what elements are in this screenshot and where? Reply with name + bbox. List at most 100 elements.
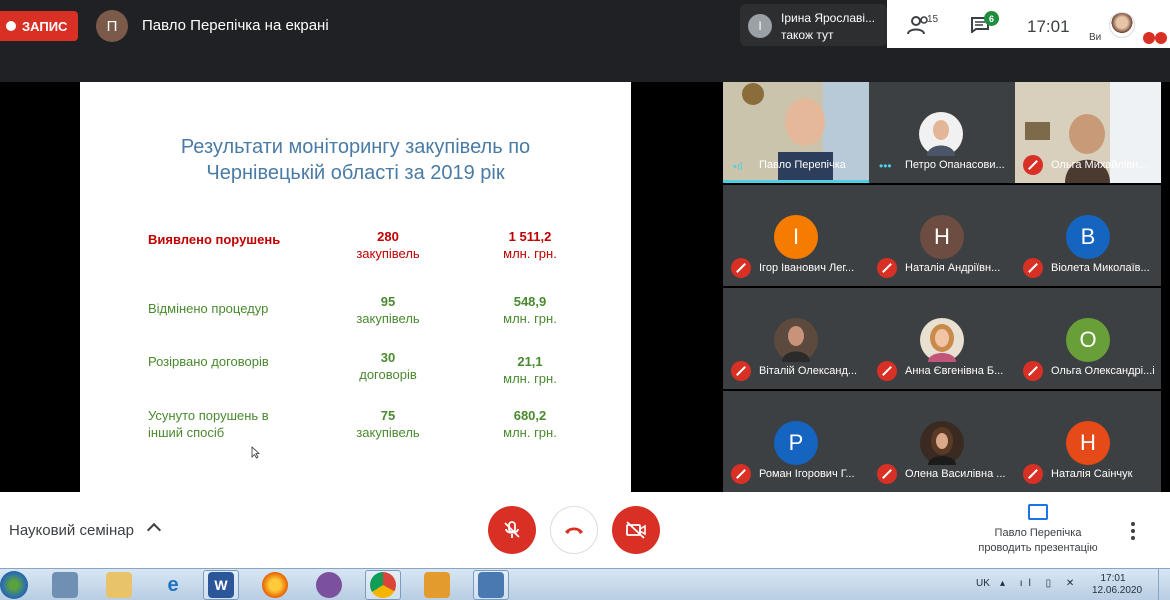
row-amount: 1 511,2 млн. грн. <box>490 228 570 262</box>
mic-off-icon <box>731 464 751 484</box>
participant-tile[interactable]: О Ольга Олександрі...і <box>1015 288 1161 389</box>
row-amount-value: 548,9 <box>513 294 547 309</box>
participant-tile[interactable]: В Віолета Миколаїв... <box>1015 185 1161 286</box>
show-desktop-button[interactable] <box>1158 569 1170 600</box>
meet-window: ЗАПИС П Павло Перепічка на екрані І Ірин… <box>0 0 1170 600</box>
participant-name: Павло Перепічка <box>759 159 846 171</box>
viber-icon[interactable] <box>316 572 342 598</box>
participant-tile[interactable]: Віталій Олександ... <box>723 288 869 389</box>
firefox-icon[interactable] <box>262 572 288 598</box>
presentation-slide: Результати моніторингу закупівель по Чер… <box>80 82 631 492</box>
participant-avatar: О <box>1066 318 1110 362</box>
row-amount-unit: млн. грн. <box>503 246 557 261</box>
mouse-cursor-icon <box>251 446 260 459</box>
also-here-avatar: І <box>748 14 772 38</box>
also-here-name: Ірина Ярославі... <box>781 11 876 25</box>
row-label: Розірвано договорів <box>148 354 269 369</box>
participant-name: Анна Євгенівна Б... <box>905 365 1004 377</box>
start-button[interactable] <box>0 571 28 599</box>
participant-avatar <box>919 112 963 156</box>
taskbar-clock[interactable]: 17:01 12.06.2020 <box>1092 573 1143 597</box>
participant-tile[interactable]: Анна Євгенівна Б... <box>869 288 1015 389</box>
meeting-name[interactable]: Науковий семінар <box>9 522 134 539</box>
bottom-bar: Науковий семінар Павло Перепічка проводи… <box>0 492 1170 568</box>
row-count: 280 закупівель <box>338 228 438 262</box>
also-here-chip[interactable]: І Ірина Ярославі... також тут <box>740 4 887 46</box>
self-label: Ви <box>1089 32 1102 43</box>
clock: 17:01 <box>1027 17 1070 36</box>
presentation-icon[interactable] <box>1028 504 1048 520</box>
recording-badge[interactable]: ЗАПИС <box>0 11 78 41</box>
presenter-avatar: П <box>96 10 128 42</box>
participant-tile[interactable]: Н Наталія Андріївн... <box>869 185 1015 286</box>
more-options-icon[interactable] <box>1131 522 1135 543</box>
participant-avatar <box>774 318 818 362</box>
media-player-icon[interactable] <box>424 572 450 598</box>
slide-title: Результати моніторингу закупівель по Чер… <box>80 134 631 186</box>
row-count: 30 договорів <box>338 349 438 383</box>
row-amount-value: 1 511,2 <box>508 229 552 244</box>
row-count-value: 280 <box>377 229 399 244</box>
participant-tile[interactable]: І Ігор Іванович Лег... <box>723 185 869 286</box>
participant-name: Олена Василівна ... <box>905 468 1006 480</box>
magnifier-icon[interactable] <box>478 572 504 598</box>
participant-tile[interactable]: Р Роман Ігорович Г... <box>723 391 869 492</box>
row-amount-unit: млн. грн. <box>503 425 557 440</box>
presenting-name: Павло Перепічка <box>994 527 1082 539</box>
row-count: 75 закупівель <box>338 407 438 441</box>
taskbar-date: 12.06.2020 <box>1092 585 1143 596</box>
participant-name: Віолета Миколаїв... <box>1051 262 1150 274</box>
windows-taskbar: e W UK ▴ ıl ▯ ✕ 17:01 12.06.2020 <box>0 568 1170 600</box>
hang-up-button[interactable] <box>550 506 598 554</box>
row-label: Відмінено процедур <box>148 301 269 316</box>
mic-toggle-button[interactable] <box>488 506 536 554</box>
audio-dots-icon: ••• <box>879 159 892 173</box>
participant-name: Роман Ігорович Г... <box>759 468 855 480</box>
participant-tile[interactable]: •ıl Павло Перепічка <box>723 82 869 183</box>
participant-avatar: Р <box>774 421 818 465</box>
row-label: Усунуто порушень в інший спосіб <box>148 407 269 441</box>
speaking-indicator <box>723 180 869 183</box>
participant-name: Ольга Михайлівн... <box>1051 159 1148 171</box>
camera-toggle-button[interactable] <box>612 506 660 554</box>
row-count-value: 95 <box>380 294 396 309</box>
camera-off-icon <box>626 521 646 539</box>
record-dot-icon <box>6 21 16 31</box>
row-count-unit: закупівель <box>356 246 420 261</box>
participant-name: Ольга Олександрі...і <box>1051 365 1155 377</box>
audio-wave-icon: •ıl <box>733 161 743 173</box>
chrome-icon[interactable] <box>370 572 396 598</box>
word-icon[interactable]: W <box>208 572 234 598</box>
participant-tile[interactable]: Ольга Михайлівн... <box>1015 82 1161 183</box>
mic-off-icon <box>1023 155 1043 175</box>
row-count: 95 закупівель <box>338 293 438 327</box>
also-here-subtitle: також тут <box>781 28 834 42</box>
row-amount-value: 680,2 <box>513 408 547 423</box>
mic-off-icon <box>731 258 751 278</box>
participant-tile[interactable]: Олена Василівна ... <box>869 391 1015 492</box>
language-indicator[interactable]: UK <box>976 578 990 589</box>
presenting-subtitle: проводить презентацію <box>978 542 1098 554</box>
row-count-value: 75 <box>380 408 396 423</box>
tray-icons[interactable]: ▴ ıl ▯ ✕ <box>1000 578 1080 589</box>
row-amount-unit: млн. грн. <box>503 371 557 386</box>
self-avatar[interactable] <box>1109 12 1135 38</box>
participant-tile[interactable]: Н Наталія Саінчук <box>1015 391 1161 492</box>
row-label: Виявлено порушень <box>148 232 281 247</box>
chevron-up-icon[interactable] <box>146 522 162 538</box>
participant-name: Наталія Саінчук <box>1051 468 1133 480</box>
participant-name: Петро Опанасови... <box>905 159 1005 171</box>
taskbar-time: 17:01 <box>1100 573 1126 584</box>
computer-icon[interactable] <box>52 572 78 598</box>
internet-explorer-icon[interactable]: e <box>160 572 186 598</box>
participant-avatar: В <box>1066 215 1110 259</box>
presenter-title: Павло Перепічка на екрані <box>142 17 329 34</box>
participant-tile[interactable]: ••• Петро Опанасови... <box>869 82 1015 183</box>
row-count-unit: закупівель <box>356 311 420 326</box>
row-label-line2: інший спосіб <box>148 425 225 440</box>
mic-off-icon <box>877 361 897 381</box>
participant-name: Ігор Іванович Лег... <box>759 262 855 274</box>
presenting-status: Павло Перепічка проводить презентацію <box>968 526 1108 556</box>
slide-title-line1: Результати моніторингу закупівель по <box>180 136 531 158</box>
folder-icon[interactable] <box>106 572 132 598</box>
